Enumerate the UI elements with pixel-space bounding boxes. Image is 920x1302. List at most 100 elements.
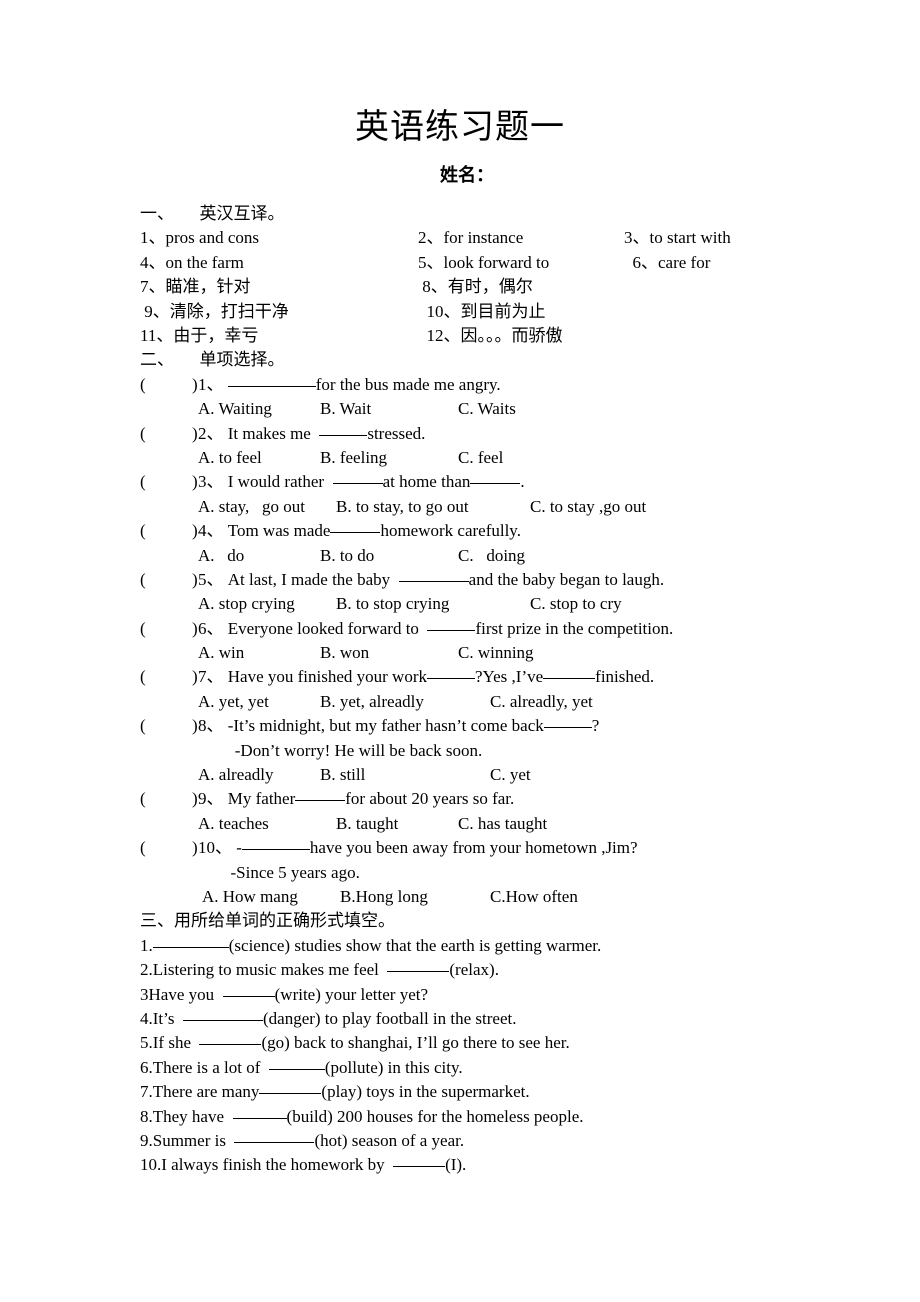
mcq-option[interactable]: C. to stay ,go out: [530, 495, 646, 519]
mcq-stem: 6、 Everyone looked forward to first priz…: [198, 617, 673, 641]
text-run: 9、 My father: [198, 789, 296, 809]
translation-item: 6、care for: [624, 252, 711, 272]
answer-blank[interactable]: [393, 1153, 446, 1168]
mcq-option[interactable]: B.Hong long: [340, 885, 428, 909]
answer-blank[interactable]: [241, 836, 310, 851]
answer-bracket-open[interactable]: (: [140, 568, 146, 592]
answer-blank[interactable]: [295, 787, 346, 802]
mcq-option[interactable]: B. to stop crying: [336, 592, 449, 616]
text-run: 3Have you: [140, 984, 223, 1004]
mcq-option[interactable]: A. teaches: [198, 812, 269, 836]
answer-bracket-close[interactable]: ): [192, 373, 198, 397]
mcq-stem: 10、 - have you been away from your hometo…: [198, 836, 638, 860]
text-run: have you been away from your hometown ,J…: [309, 838, 638, 858]
text-run: for the bus made me angry.: [315, 374, 501, 394]
student-name-label: 姓名：: [440, 165, 494, 185]
mcq-option[interactable]: B. taught: [336, 812, 398, 836]
mcq-option[interactable]: B. to stay, to go out: [336, 495, 469, 519]
answer-blank[interactable]: [268, 1056, 325, 1070]
answer-blank[interactable]: [199, 1031, 262, 1046]
mcq-option[interactable]: C. winning: [458, 641, 534, 665]
answer-blank[interactable]: [234, 1129, 315, 1143]
answer-bracket-open[interactable]: (: [140, 617, 146, 641]
answer-bracket-close[interactable]: ): [192, 470, 198, 494]
answer-bracket-close[interactable]: ): [192, 422, 198, 446]
answer-blank[interactable]: [427, 665, 475, 680]
translation-item: 2、for instance: [418, 228, 524, 248]
mcq-option[interactable]: B. yet, alreadly: [320, 690, 424, 714]
answer-bracket-close[interactable]: ): [192, 836, 198, 860]
answer-blank[interactable]: [227, 373, 316, 387]
answer-bracket-close[interactable]: ): [192, 568, 198, 592]
mcq-stem: 3、 I would rather at home than.: [198, 470, 525, 494]
mcq-option[interactable]: A. stay, go out: [198, 495, 305, 519]
answer-bracket-open[interactable]: (: [140, 519, 146, 543]
answer-bracket-open[interactable]: (: [140, 787, 146, 811]
answer-bracket-open[interactable]: (: [140, 714, 146, 738]
answer-bracket-open[interactable]: (: [140, 373, 146, 397]
answer-bracket-close[interactable]: ): [192, 617, 198, 641]
mcq-option[interactable]: C. stop to cry: [530, 592, 622, 616]
answer-blank[interactable]: [319, 422, 368, 436]
answer-blank[interactable]: [543, 714, 592, 729]
section-3-heading: 三、用所给单词的正确形式填空。: [140, 911, 395, 931]
answer-blank[interactable]: [470, 470, 521, 485]
answer-blank[interactable]: [387, 958, 450, 973]
translation-row: 7、瞄准，针对 8、有时，偶尔: [140, 275, 902, 299]
answer-bracket-open[interactable]: (: [140, 665, 146, 689]
mcq-option[interactable]: C. feel: [458, 446, 503, 470]
answer-bracket-open[interactable]: (: [140, 836, 146, 860]
mcq-option[interactable]: B. feeling: [320, 446, 387, 470]
mcq-options-row: A. How mang B.Hong long C.How often: [140, 885, 902, 909]
text-run: ?Yes ,I’ve: [475, 667, 544, 687]
mcq-option[interactable]: A. win: [198, 641, 244, 665]
mcq-option[interactable]: B. still: [320, 763, 365, 787]
mcq-option[interactable]: A. to feel: [198, 446, 262, 470]
text-run: 7、 Have you finished your work: [198, 667, 427, 687]
mcq-option[interactable]: C. has taught: [458, 812, 547, 836]
answer-bracket-open[interactable]: (: [140, 422, 146, 446]
answer-bracket-close[interactable]: ): [192, 714, 198, 738]
answer-blank[interactable]: [330, 519, 381, 534]
answer-blank[interactable]: [543, 665, 596, 680]
text-run: 1、: [198, 374, 228, 394]
mcq-continuation-line: -Don’t worry! He will be back soon.: [222, 740, 483, 760]
mcq-option[interactable]: C. alreadly, yet: [490, 690, 593, 714]
text-run: 5、 At last, I made the baby: [198, 569, 399, 589]
mcq-option[interactable]: A. yet, yet: [198, 690, 269, 714]
mcq-option[interactable]: A. do: [198, 544, 244, 568]
text-run: homework carefully.: [380, 521, 521, 541]
mcq-option[interactable]: C. yet: [490, 763, 531, 787]
mcq-option[interactable]: C.How often: [490, 885, 578, 909]
answer-blank[interactable]: [182, 1007, 263, 1021]
mcq-option[interactable]: A. Waiting: [198, 397, 272, 421]
mcq-question: () 6、 Everyone looked forward to first pr…: [140, 617, 902, 641]
text-run: 8、 -It’s midnight, but my father hasn’t …: [198, 716, 544, 736]
answer-blank[interactable]: [232, 1105, 287, 1119]
translation-item: 1、pros and cons: [140, 228, 259, 248]
answer-bracket-close[interactable]: ): [192, 519, 198, 543]
answer-bracket-close[interactable]: ): [192, 665, 198, 689]
answer-blank[interactable]: [427, 617, 476, 631]
mcq-option[interactable]: B. Wait: [320, 397, 371, 421]
answer-blank[interactable]: [259, 1080, 322, 1095]
mcq-option[interactable]: C. Waits: [458, 397, 516, 421]
mcq-option[interactable]: A. How mang: [202, 885, 298, 909]
answer-blank[interactable]: [222, 983, 275, 997]
mcq-stem: 1、 for the bus made me angry.: [198, 373, 501, 397]
mcq-option[interactable]: B. to do: [320, 544, 374, 568]
answer-blank[interactable]: [332, 470, 383, 485]
answer-blank[interactable]: [152, 934, 229, 948]
answer-blank[interactable]: [398, 568, 469, 582]
mcq-option[interactable]: C. doing: [458, 544, 525, 568]
answer-bracket-open[interactable]: (: [140, 470, 146, 494]
text-run: 5.If she: [140, 1033, 200, 1053]
mcq-option[interactable]: A. stop crying: [198, 592, 295, 616]
answer-bracket-close[interactable]: ): [192, 787, 198, 811]
mcq-options-row: A. do B. to do C. doing: [140, 544, 902, 568]
mcq-continuation-line: -Since 5 years ago.: [222, 862, 360, 882]
worksheet-body: 一、 英汉互译。 1、pros and cons 2、for instance 3、…: [0, 202, 920, 1178]
mcq-option[interactable]: B. won: [320, 641, 369, 665]
mcq-option[interactable]: A. alreadly: [198, 763, 274, 787]
fill-in-blank-item: 1. (science) studies show that the earth …: [140, 934, 902, 958]
